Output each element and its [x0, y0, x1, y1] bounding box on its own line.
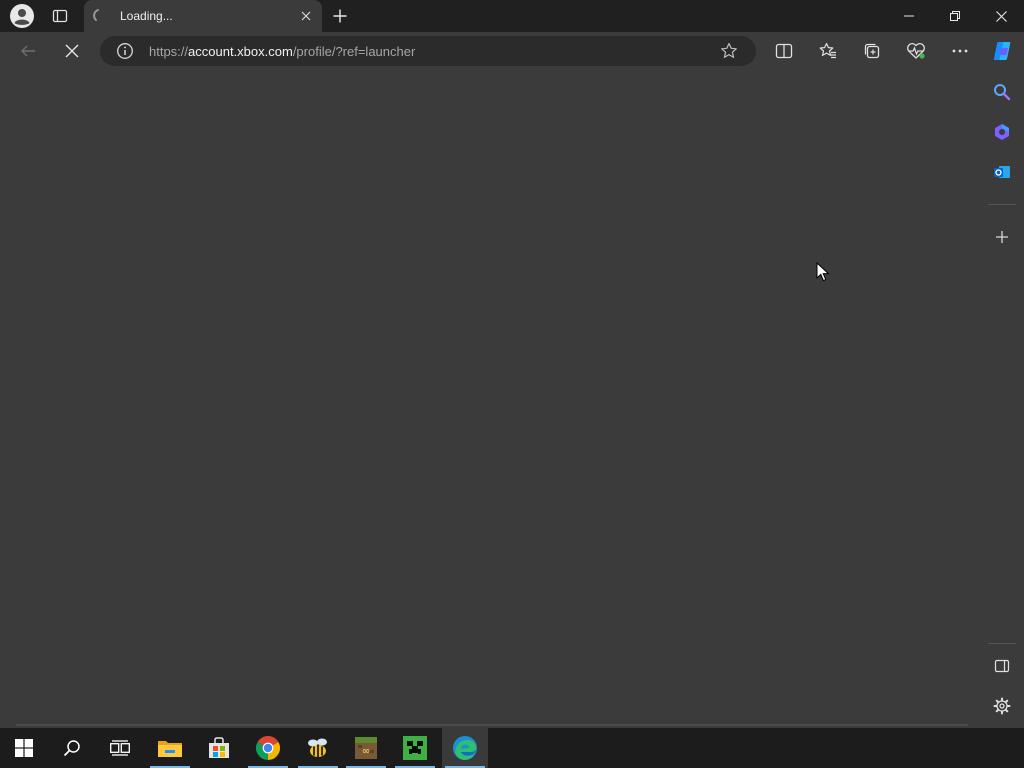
microsoft-store-icon [209, 737, 229, 758]
windows-start-icon [15, 739, 33, 757]
start-button[interactable] [2, 728, 46, 768]
add-icon [996, 231, 1008, 243]
tab-strip: Loading... [0, 0, 1024, 32]
page-content-area[interactable] [0, 70, 984, 726]
site-info-button[interactable] [116, 42, 134, 60]
close-window-button[interactable] [978, 0, 1024, 32]
mouse-cursor [816, 262, 830, 282]
bee-app-icon [308, 738, 327, 757]
hide-sidebar-icon [994, 659, 1010, 673]
browser-essentials-button[interactable] [902, 37, 930, 65]
minecraft-button[interactable] [393, 728, 437, 768]
stop-loading-button[interactable] [58, 37, 86, 65]
minecraft-launcher-icon: ∞ [355, 737, 377, 759]
tab-actions-button[interactable] [48, 4, 72, 28]
copilot-icon [993, 42, 1011, 60]
close-tab-icon [301, 11, 311, 21]
url-path: /profile/?ref=launcher [292, 44, 416, 59]
svg-text:∞: ∞ [362, 746, 370, 757]
tab-actions-icon [52, 9, 68, 23]
collections-icon [864, 43, 880, 59]
more-icon [952, 49, 968, 53]
loading-spinner-icon [93, 9, 99, 21]
search-icon [994, 84, 1011, 101]
sidebar-settings-button[interactable] [988, 692, 1016, 720]
copilot-sidebar-icon [995, 124, 1009, 140]
navigation-toolbar: https://account.xbox.com/profile/?ref=la… [0, 32, 1024, 70]
favorite-button[interactable] [720, 42, 738, 60]
windows-taskbar: ∞ [0, 728, 1024, 768]
task-view-button[interactable] [98, 728, 142, 768]
settings-icon [993, 697, 1011, 715]
url-text[interactable]: https://account.xbox.com/profile/?ref=la… [149, 44, 415, 59]
restore-icon [950, 11, 960, 21]
task-view-icon [110, 740, 130, 756]
sidebar-add-button[interactable] [988, 223, 1016, 251]
browser-essentials-icon [907, 43, 925, 59]
sidebar-outlook-button[interactable] [988, 158, 1016, 186]
favorites-button[interactable] [814, 37, 842, 65]
sidebar-copilot-button[interactable] [988, 118, 1016, 146]
url-domain: account.xbox.com [188, 44, 293, 59]
arrow-cursor-icon [816, 262, 830, 282]
file-explorer-button[interactable] [148, 728, 192, 768]
split-screen-icon [775, 43, 793, 59]
back-button[interactable] [14, 37, 42, 65]
site-info-icon [117, 43, 133, 59]
edge-button[interactable] [442, 728, 488, 768]
profile-icon [10, 4, 34, 28]
close-window-icon [995, 10, 1007, 22]
minimize-icon [904, 15, 914, 17]
horizontal-scrollbar[interactable] [16, 724, 968, 726]
file-explorer-icon [158, 741, 182, 757]
favorite-star-icon [721, 42, 737, 58]
new-tab-button[interactable] [328, 4, 352, 28]
copilot-button[interactable] [988, 37, 1016, 65]
edge-icon [453, 736, 477, 760]
chrome-button[interactable] [246, 728, 290, 768]
back-icon [21, 45, 35, 57]
more-options-button[interactable] [946, 37, 974, 65]
new-tab-icon [333, 9, 347, 23]
sidebar-divider [988, 204, 1016, 205]
taskbar-search-button[interactable] [50, 728, 94, 768]
outlook-icon [994, 166, 1010, 178]
address-bar[interactable]: https://account.xbox.com/profile/?ref=la… [100, 36, 756, 66]
minecraft-launcher-button[interactable]: ∞ [344, 728, 388, 768]
sidebar-search-button[interactable] [988, 78, 1016, 106]
sidebar-divider-bottom [988, 643, 1016, 644]
minecraft-icon [403, 736, 427, 760]
chrome-icon [256, 736, 280, 760]
profile-button[interactable] [8, 3, 36, 29]
taskbar-search-icon [63, 740, 80, 757]
url-scheme: https:// [149, 44, 189, 59]
close-tab-button[interactable] [296, 6, 316, 26]
split-screen-button[interactable] [770, 37, 798, 65]
minimize-button[interactable] [886, 0, 932, 32]
collections-button[interactable] [858, 37, 886, 65]
stop-loading-icon [65, 44, 79, 58]
bee-app-button[interactable] [296, 728, 340, 768]
favorites-icon [819, 42, 836, 59]
hide-sidebar-button[interactable] [988, 652, 1016, 680]
restore-button[interactable] [932, 0, 978, 32]
microsoft-store-button[interactable] [197, 728, 241, 768]
tab-title: Loading... [120, 9, 173, 23]
active-tab[interactable]: Loading... [84, 0, 322, 32]
